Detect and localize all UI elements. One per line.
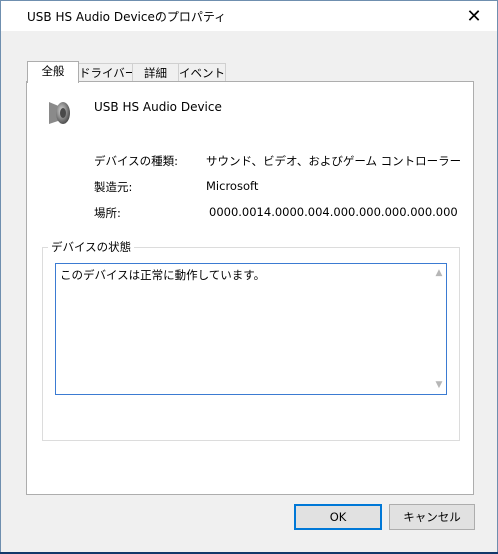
close-icon: ✕ bbox=[466, 5, 482, 27]
device-name: USB HS Audio Device bbox=[94, 100, 222, 114]
tab-details[interactable]: 詳細 bbox=[132, 63, 179, 82]
tab-general[interactable]: 全般 bbox=[27, 61, 79, 83]
device-status-text: このデバイスは正常に動作しています。 bbox=[60, 268, 266, 282]
location-value: 0000.0014.0000.004.000.000.000.000.000 bbox=[209, 205, 458, 219]
device-status-legend: デバイスの状態 bbox=[48, 239, 135, 255]
speaker-icon bbox=[49, 102, 70, 124]
properties-dialog: USB HS Audio Deviceのプロパティ ✕ 全般 ドライバー 詳細 … bbox=[0, 0, 498, 554]
location-label: 場所: bbox=[94, 206, 121, 220]
device-type-label: デバイスの種類: bbox=[94, 154, 179, 168]
scroll-up-icon[interactable]: ▲ bbox=[432, 266, 446, 280]
tab-driver[interactable]: ドライバー bbox=[78, 63, 136, 82]
device-type-value: サウンド、ビデオ、およびゲーム コントローラー bbox=[206, 154, 462, 168]
close-button[interactable]: ✕ bbox=[451, 1, 497, 31]
device-status-textbox[interactable]: このデバイスは正常に動作しています。 ▲ ▼ bbox=[55, 263, 447, 395]
cancel-button[interactable]: キャンセル bbox=[389, 504, 475, 530]
status-scrollbar[interactable]: ▲ ▼ bbox=[432, 264, 446, 394]
window-title: USB HS Audio Deviceのプロパティ bbox=[27, 10, 227, 24]
tab-events[interactable]: イベント bbox=[178, 63, 226, 82]
ok-button[interactable]: OK bbox=[294, 504, 382, 530]
manufacturer-label: 製造元: bbox=[94, 180, 133, 194]
manufacturer-value: Microsoft bbox=[206, 179, 259, 193]
title-bar: USB HS Audio Deviceのプロパティ ✕ bbox=[1, 1, 497, 31]
scroll-down-icon[interactable]: ▼ bbox=[432, 378, 446, 392]
